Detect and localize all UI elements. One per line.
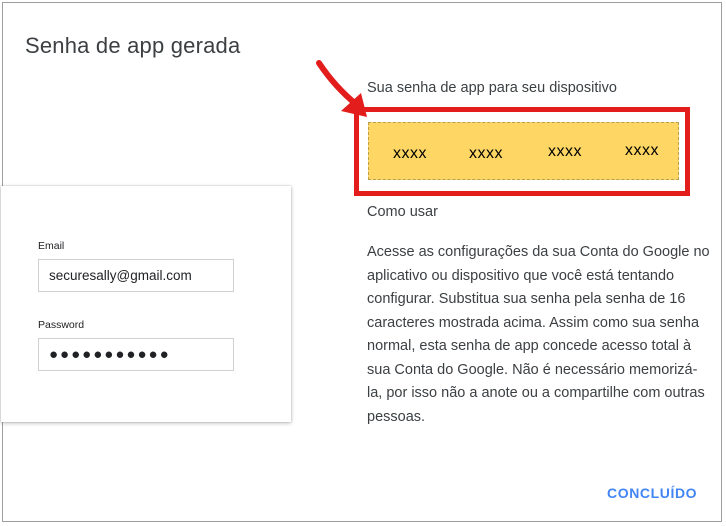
password-heading: Sua senha de app para seu dispositivo [367, 80, 617, 96]
password-group: xxxx [548, 143, 582, 160]
dialog-title: Senha de app gerada [25, 33, 241, 58]
password-highlight-box: xxxx xxxx xxxx xxxx [354, 107, 690, 196]
how-to-heading: Como usar [367, 204, 438, 220]
password-group: xxxx [469, 145, 503, 162]
email-field[interactable]: securesally@gmail.com [38, 259, 234, 292]
app-password-dialog: Senha de app gerada Email securesally@gm… [1, 2, 722, 522]
email-label: Email [38, 240, 65, 252]
instructions-text: Acesse as configurações da sua Conta do … [367, 244, 710, 425]
generated-password[interactable]: xxxx xxxx xxxx xxxx [368, 122, 679, 180]
password-group: xxxx [625, 142, 659, 159]
password-field[interactable]: ●●●●●●●●●●● [38, 338, 234, 371]
password-label: Password [38, 319, 85, 331]
done-button[interactable]: CONCLUÍDO [607, 485, 697, 501]
password-group: xxxx [393, 145, 427, 162]
login-preview-card: Email securesally@gmail.com Password ●●●… [1, 186, 291, 422]
